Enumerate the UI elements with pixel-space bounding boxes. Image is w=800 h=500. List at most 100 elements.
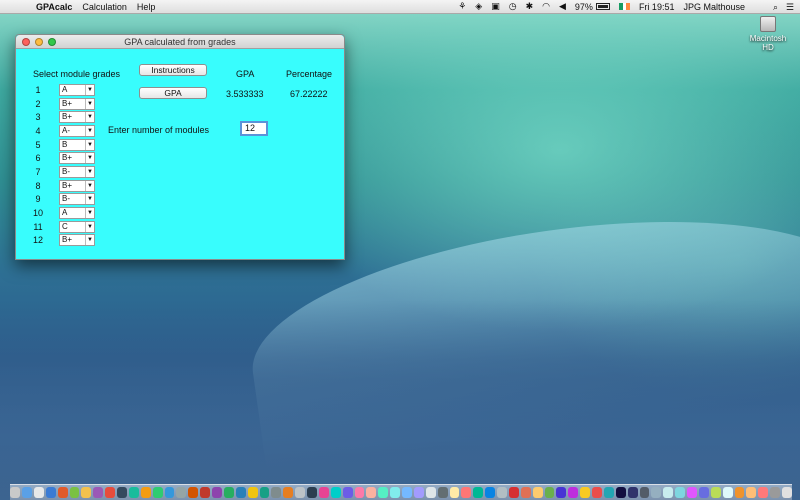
dock-app-icon[interactable] bbox=[782, 487, 792, 498]
dock-app-icon[interactable] bbox=[223, 487, 234, 498]
dock-app-icon[interactable] bbox=[307, 487, 317, 498]
dock-app-icon[interactable] bbox=[556, 487, 567, 498]
dock-app-icon[interactable] bbox=[437, 487, 448, 498]
window-titlebar[interactable]: GPA calculated from grades bbox=[16, 35, 344, 49]
chevron-down-icon[interactable]: ▼ bbox=[85, 85, 94, 95]
window-zoom-button[interactable] bbox=[48, 38, 56, 46]
grade-select[interactable]: C ▼ bbox=[59, 221, 95, 233]
dock-app-icon[interactable] bbox=[687, 487, 697, 498]
chevron-down-icon[interactable]: ▼ bbox=[85, 167, 94, 177]
script-icon[interactable]: ⚘ bbox=[458, 1, 466, 12]
dock-app-icon[interactable] bbox=[354, 487, 365, 498]
dock-app-icon[interactable] bbox=[247, 487, 258, 498]
wifi-icon[interactable]: ◠ bbox=[542, 1, 550, 12]
dock-app-icon[interactable] bbox=[449, 487, 460, 498]
dropbox-icon[interactable]: ◈ bbox=[475, 1, 482, 12]
sync-icon[interactable]: ▣ bbox=[491, 1, 500, 12]
dock-app-icon[interactable] bbox=[378, 487, 389, 498]
dock-app-icon[interactable] bbox=[330, 487, 341, 498]
dock-app-icon[interactable] bbox=[235, 487, 246, 498]
chevron-down-icon[interactable]: ▼ bbox=[85, 181, 94, 191]
dock-app-icon[interactable] bbox=[710, 487, 721, 498]
dock-app-icon[interactable] bbox=[342, 487, 353, 498]
dock-app-icon[interactable] bbox=[295, 487, 305, 498]
dock-app-icon[interactable] bbox=[651, 487, 662, 498]
dock-app-icon[interactable] bbox=[140, 487, 151, 498]
grade-select[interactable]: B- ▼ bbox=[59, 166, 95, 178]
grade-select[interactable]: B+ ▼ bbox=[59, 111, 95, 123]
dock-app-icon[interactable] bbox=[746, 487, 757, 498]
dock-app-icon[interactable] bbox=[413, 487, 424, 498]
dock-app-icon[interactable] bbox=[212, 487, 222, 498]
dock-app-icon[interactable] bbox=[544, 487, 555, 498]
dock-app-icon[interactable] bbox=[152, 487, 163, 498]
input-source-flag-icon[interactable] bbox=[618, 3, 630, 10]
chevron-down-icon[interactable]: ▼ bbox=[85, 235, 94, 245]
dock-app-icon[interactable] bbox=[770, 487, 780, 498]
dock-app-icon[interactable] bbox=[271, 487, 282, 498]
dock-app-icon[interactable] bbox=[33, 487, 44, 498]
dock-app-icon[interactable] bbox=[176, 487, 187, 498]
dock-app-icon[interactable] bbox=[318, 487, 329, 498]
chevron-down-icon[interactable]: ▼ bbox=[85, 153, 94, 163]
chevron-down-icon[interactable]: ▼ bbox=[85, 99, 94, 109]
dock-app-icon[interactable] bbox=[508, 487, 519, 498]
dock-app-icon[interactable] bbox=[675, 487, 685, 498]
macintosh-hd-drive[interactable]: Macintosh HD bbox=[744, 16, 792, 52]
grade-select[interactable]: B- ▼ bbox=[59, 193, 95, 205]
grade-select[interactable]: A ▼ bbox=[59, 84, 95, 96]
dock-app-icon[interactable] bbox=[105, 487, 115, 498]
bluetooth-icon[interactable]: ✱ bbox=[526, 1, 534, 12]
grade-select[interactable]: A ▼ bbox=[59, 207, 95, 219]
dock-app-icon[interactable] bbox=[22, 487, 32, 498]
window-minimize-button[interactable] bbox=[35, 38, 43, 46]
dock-app-icon[interactable] bbox=[663, 487, 674, 498]
dock-app-icon[interactable] bbox=[603, 487, 614, 498]
spotlight-search-icon[interactable]: ⌕ bbox=[773, 2, 778, 13]
dock-app-icon[interactable] bbox=[117, 487, 127, 498]
dock-app-icon[interactable] bbox=[497, 487, 507, 498]
dock-app-icon[interactable] bbox=[592, 487, 602, 498]
grade-select[interactable]: B ▼ bbox=[59, 139, 95, 151]
time-machine-icon[interactable]: ◷ bbox=[509, 1, 517, 12]
chevron-down-icon[interactable]: ▼ bbox=[85, 112, 94, 122]
dock-app-icon[interactable] bbox=[200, 487, 210, 498]
dock-app-icon[interactable] bbox=[461, 487, 472, 498]
grade-select[interactable]: B+ ▼ bbox=[59, 234, 95, 246]
chevron-down-icon[interactable]: ▼ bbox=[85, 126, 94, 136]
modules-input[interactable]: 12 bbox=[240, 121, 268, 136]
dock-app-icon[interactable] bbox=[259, 487, 270, 498]
dock-app-icon[interactable] bbox=[722, 487, 733, 498]
dock-app-icon[interactable] bbox=[69, 487, 80, 498]
instructions-button[interactable]: Instructions bbox=[139, 64, 207, 76]
dock-app-icon[interactable] bbox=[485, 487, 495, 498]
grade-select[interactable]: B+ ▼ bbox=[59, 98, 95, 110]
dock-app-icon[interactable] bbox=[425, 487, 436, 498]
dock-app-icon[interactable] bbox=[758, 487, 769, 498]
dock-app-icon[interactable] bbox=[128, 487, 139, 498]
dock-app-icon[interactable] bbox=[568, 487, 579, 498]
dock-app-icon[interactable] bbox=[532, 487, 543, 498]
grade-select[interactable]: B+ ▼ bbox=[59, 152, 95, 164]
dock-app-icon[interactable] bbox=[366, 487, 377, 498]
grade-select[interactable]: B+ ▼ bbox=[59, 180, 95, 192]
volume-icon[interactable]: ◀ bbox=[559, 1, 566, 12]
dock-app-icon[interactable] bbox=[81, 487, 92, 498]
dock-app-icon[interactable] bbox=[45, 487, 56, 498]
grade-select[interactable]: A- ▼ bbox=[59, 125, 95, 137]
notification-center-icon[interactable]: ☰ bbox=[786, 2, 794, 13]
chevron-down-icon[interactable]: ▼ bbox=[85, 194, 94, 204]
menubar-clock[interactable]: Fri 19:51 bbox=[639, 2, 675, 12]
dock-app-icon[interactable] bbox=[93, 487, 104, 498]
dock-app-icon[interactable] bbox=[520, 487, 531, 498]
chevron-down-icon[interactable]: ▼ bbox=[85, 222, 94, 232]
dock-app-icon[interactable] bbox=[615, 487, 626, 498]
dock-app-icon[interactable] bbox=[473, 487, 484, 498]
dock-app-icon[interactable] bbox=[627, 487, 638, 498]
dock-app-icon[interactable] bbox=[390, 487, 400, 498]
dock-app-icon[interactable] bbox=[402, 487, 412, 498]
dock-app-icon[interactable] bbox=[164, 487, 175, 498]
dock-app-icon[interactable] bbox=[639, 487, 650, 498]
dock-app-icon[interactable] bbox=[580, 487, 590, 498]
dock-app-icon[interactable] bbox=[734, 487, 745, 498]
